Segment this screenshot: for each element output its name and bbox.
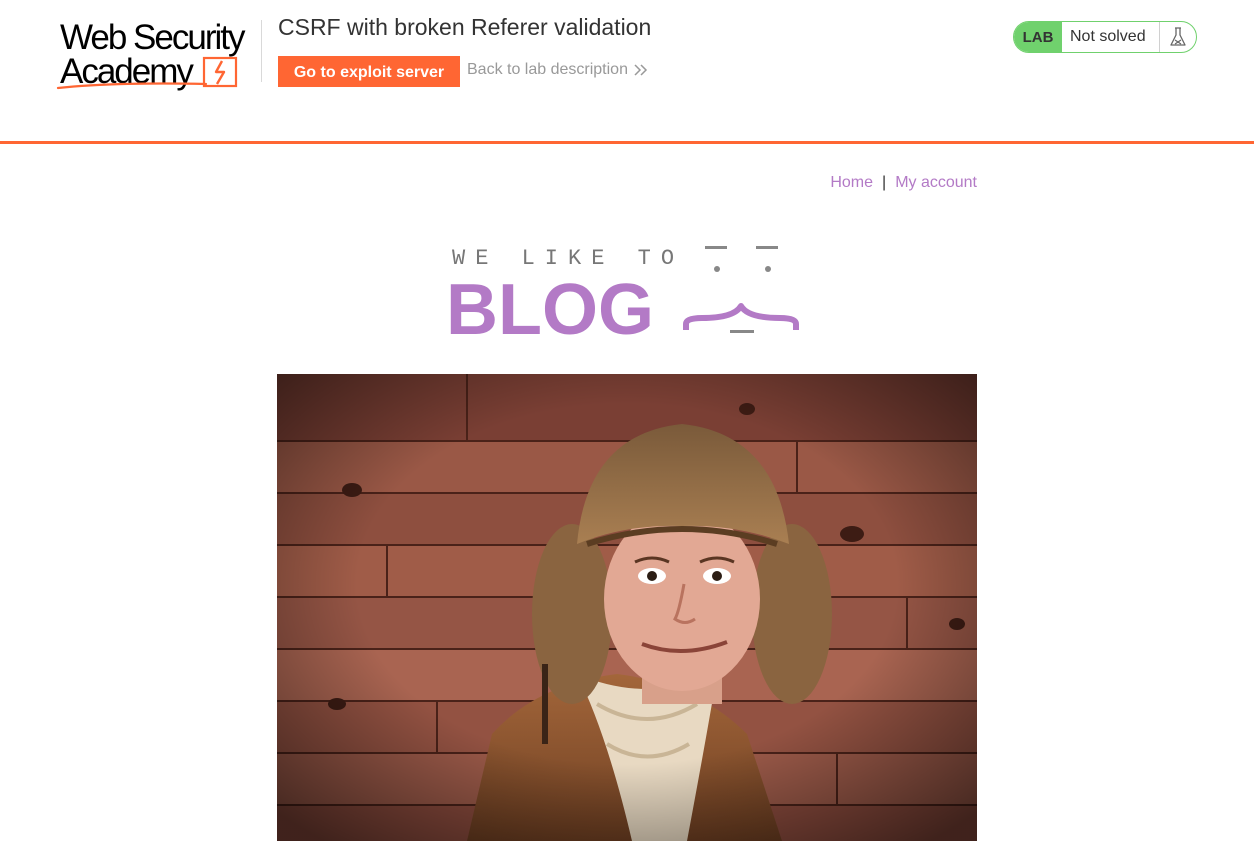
blog-hero-image bbox=[277, 374, 977, 841]
back-to-lab-description-link[interactable]: Back to lab description bbox=[467, 61, 648, 79]
web-security-academy-logo[interactable]: Web Security Academy bbox=[56, 18, 261, 94]
academy-header: Web Security Academy CSRF with broken Re… bbox=[0, 0, 1254, 144]
flask-icon bbox=[1160, 22, 1196, 52]
man-in-fur-hat-photo bbox=[277, 374, 977, 841]
we-like-to-blog-banner: WE LIKE TO BLOG bbox=[446, 246, 799, 344]
nav-separator: | bbox=[882, 174, 887, 191]
go-to-exploit-server-button[interactable]: Go to exploit server bbox=[278, 56, 460, 87]
lab-title: CSRF with broken Referer validation bbox=[278, 14, 652, 40]
banner-word: BLOG bbox=[446, 270, 654, 344]
logo-mark-icon bbox=[56, 56, 238, 90]
top-nav: Home | My account bbox=[830, 174, 977, 192]
my-account-link[interactable]: My account bbox=[895, 174, 977, 191]
header-divider bbox=[261, 20, 262, 82]
double-chevron-right-icon bbox=[634, 64, 648, 76]
lab-status-widget: LAB Not solved bbox=[1013, 21, 1197, 53]
back-link-label: Back to lab description bbox=[467, 61, 628, 78]
banner-tagline: WE LIKE TO bbox=[452, 246, 684, 271]
blog-face-icon bbox=[683, 246, 799, 333]
home-link[interactable]: Home bbox=[830, 174, 873, 191]
lab-status-text: Not solved bbox=[1062, 22, 1160, 52]
lab-badge: LAB bbox=[1014, 22, 1062, 52]
